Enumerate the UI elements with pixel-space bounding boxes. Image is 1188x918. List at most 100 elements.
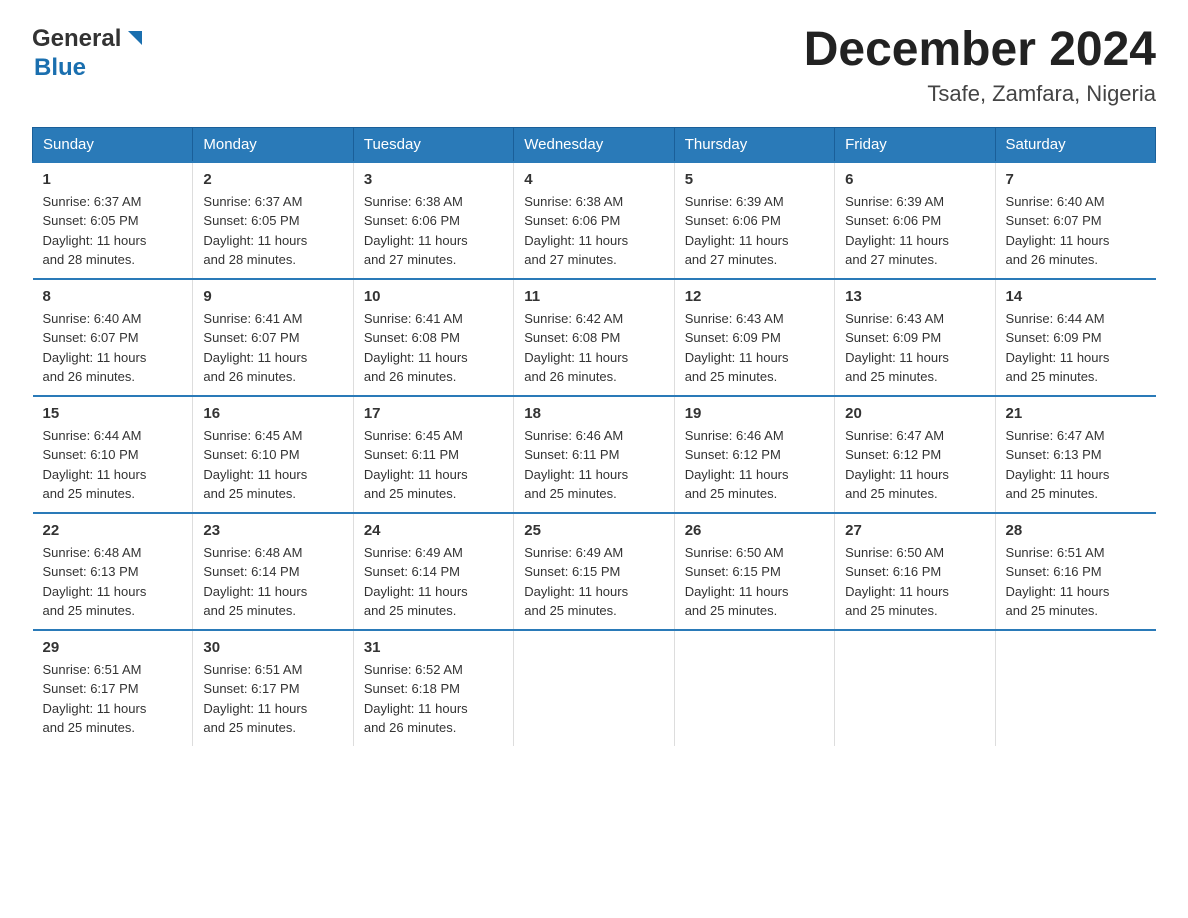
day-info: Sunrise: 6:37 AMSunset: 6:05 PMDaylight:… [203,194,307,268]
day-number: 28 [1006,522,1146,539]
day-info: Sunrise: 6:50 AMSunset: 6:15 PMDaylight:… [685,545,789,619]
day-info: Sunrise: 6:45 AMSunset: 6:10 PMDaylight:… [203,428,307,502]
day-info: Sunrise: 6:45 AMSunset: 6:11 PMDaylight:… [364,428,468,502]
day-number: 22 [43,522,183,539]
calendar-cell [514,630,674,746]
calendar-cell: 16 Sunrise: 6:45 AMSunset: 6:10 PMDaylig… [193,396,353,513]
day-info: Sunrise: 6:46 AMSunset: 6:12 PMDaylight:… [685,428,789,502]
calendar-week-row: 1 Sunrise: 6:37 AMSunset: 6:05 PMDayligh… [33,162,1156,279]
day-info: Sunrise: 6:42 AMSunset: 6:08 PMDaylight:… [524,311,628,385]
day-number: 5 [685,171,824,188]
col-wednesday: Wednesday [514,127,674,162]
day-info: Sunrise: 6:46 AMSunset: 6:11 PMDaylight:… [524,428,628,502]
day-info: Sunrise: 6:41 AMSunset: 6:07 PMDaylight:… [203,311,307,385]
day-info: Sunrise: 6:38 AMSunset: 6:06 PMDaylight:… [524,194,628,268]
day-number: 24 [364,522,503,539]
calendar-week-row: 29 Sunrise: 6:51 AMSunset: 6:17 PMDaylig… [33,630,1156,746]
day-info: Sunrise: 6:40 AMSunset: 6:07 PMDaylight:… [43,311,147,385]
calendar-table: Sunday Monday Tuesday Wednesday Thursday… [32,127,1156,746]
day-info: Sunrise: 6:40 AMSunset: 6:07 PMDaylight:… [1006,194,1110,268]
title-section: December 2024 Tsafe, Zamfara, Nigeria [804,24,1156,107]
day-info: Sunrise: 6:37 AMSunset: 6:05 PMDaylight:… [43,194,147,268]
calendar-cell: 2 Sunrise: 6:37 AMSunset: 6:05 PMDayligh… [193,162,353,279]
calendar-cell: 4 Sunrise: 6:38 AMSunset: 6:06 PMDayligh… [514,162,674,279]
logo-blue-text: Blue [34,54,86,82]
day-number: 30 [203,639,342,656]
calendar-cell: 28 Sunrise: 6:51 AMSunset: 6:16 PMDaylig… [995,513,1155,630]
col-saturday: Saturday [995,127,1155,162]
day-info: Sunrise: 6:38 AMSunset: 6:06 PMDaylight:… [364,194,468,268]
calendar-cell: 22 Sunrise: 6:48 AMSunset: 6:13 PMDaylig… [33,513,193,630]
day-number: 18 [524,405,663,422]
calendar-cell: 7 Sunrise: 6:40 AMSunset: 6:07 PMDayligh… [995,162,1155,279]
calendar-cell: 30 Sunrise: 6:51 AMSunset: 6:17 PMDaylig… [193,630,353,746]
calendar-cell [674,630,834,746]
calendar-cell: 9 Sunrise: 6:41 AMSunset: 6:07 PMDayligh… [193,279,353,396]
day-info: Sunrise: 6:41 AMSunset: 6:08 PMDaylight:… [364,311,468,385]
page-header: General Blue December 2024 Tsafe, Zamfar… [32,24,1156,107]
calendar-cell: 26 Sunrise: 6:50 AMSunset: 6:15 PMDaylig… [674,513,834,630]
day-info: Sunrise: 6:44 AMSunset: 6:10 PMDaylight:… [43,428,147,502]
calendar-cell: 29 Sunrise: 6:51 AMSunset: 6:17 PMDaylig… [33,630,193,746]
day-number: 8 [43,288,183,305]
calendar-cell: 31 Sunrise: 6:52 AMSunset: 6:18 PMDaylig… [353,630,513,746]
day-number: 19 [685,405,824,422]
calendar-cell [995,630,1155,746]
calendar-cell: 21 Sunrise: 6:47 AMSunset: 6:13 PMDaylig… [995,396,1155,513]
day-info: Sunrise: 6:52 AMSunset: 6:18 PMDaylight:… [364,662,468,736]
calendar-cell: 11 Sunrise: 6:42 AMSunset: 6:08 PMDaylig… [514,279,674,396]
calendar-cell: 18 Sunrise: 6:46 AMSunset: 6:11 PMDaylig… [514,396,674,513]
day-number: 13 [845,288,984,305]
calendar-cell: 5 Sunrise: 6:39 AMSunset: 6:06 PMDayligh… [674,162,834,279]
col-sunday: Sunday [33,127,193,162]
day-info: Sunrise: 6:48 AMSunset: 6:13 PMDaylight:… [43,545,147,619]
calendar-cell: 15 Sunrise: 6:44 AMSunset: 6:10 PMDaylig… [33,396,193,513]
day-number: 15 [43,405,183,422]
day-info: Sunrise: 6:51 AMSunset: 6:17 PMDaylight:… [43,662,147,736]
day-number: 27 [845,522,984,539]
calendar-cell: 17 Sunrise: 6:45 AMSunset: 6:11 PMDaylig… [353,396,513,513]
logo-general-text: General [32,25,121,53]
col-friday: Friday [835,127,995,162]
day-number: 11 [524,288,663,305]
day-info: Sunrise: 6:43 AMSunset: 6:09 PMDaylight:… [685,311,789,385]
calendar-cell: 3 Sunrise: 6:38 AMSunset: 6:06 PMDayligh… [353,162,513,279]
logo-arrow-icon [124,27,146,54]
day-number: 1 [43,171,183,188]
day-number: 20 [845,405,984,422]
day-number: 16 [203,405,342,422]
day-number: 2 [203,171,342,188]
calendar-week-row: 22 Sunrise: 6:48 AMSunset: 6:13 PMDaylig… [33,513,1156,630]
day-number: 6 [845,171,984,188]
day-number: 14 [1006,288,1146,305]
day-info: Sunrise: 6:39 AMSunset: 6:06 PMDaylight:… [685,194,789,268]
day-number: 21 [1006,405,1146,422]
calendar-cell: 8 Sunrise: 6:40 AMSunset: 6:07 PMDayligh… [33,279,193,396]
calendar-cell [835,630,995,746]
day-number: 9 [203,288,342,305]
logo: General Blue [32,24,146,82]
location-title: Tsafe, Zamfara, Nigeria [804,81,1156,107]
day-info: Sunrise: 6:49 AMSunset: 6:14 PMDaylight:… [364,545,468,619]
day-number: 31 [364,639,503,656]
calendar-cell: 6 Sunrise: 6:39 AMSunset: 6:06 PMDayligh… [835,162,995,279]
day-info: Sunrise: 6:44 AMSunset: 6:09 PMDaylight:… [1006,311,1110,385]
day-info: Sunrise: 6:51 AMSunset: 6:17 PMDaylight:… [203,662,307,736]
day-number: 12 [685,288,824,305]
calendar-cell: 12 Sunrise: 6:43 AMSunset: 6:09 PMDaylig… [674,279,834,396]
calendar-cell: 14 Sunrise: 6:44 AMSunset: 6:09 PMDaylig… [995,279,1155,396]
day-info: Sunrise: 6:47 AMSunset: 6:12 PMDaylight:… [845,428,949,502]
day-number: 25 [524,522,663,539]
calendar-header-row: Sunday Monday Tuesday Wednesday Thursday… [33,127,1156,162]
calendar-cell: 1 Sunrise: 6:37 AMSunset: 6:05 PMDayligh… [33,162,193,279]
day-number: 7 [1006,171,1146,188]
col-tuesday: Tuesday [353,127,513,162]
calendar-cell: 25 Sunrise: 6:49 AMSunset: 6:15 PMDaylig… [514,513,674,630]
calendar-cell: 27 Sunrise: 6:50 AMSunset: 6:16 PMDaylig… [835,513,995,630]
col-thursday: Thursday [674,127,834,162]
calendar-cell: 23 Sunrise: 6:48 AMSunset: 6:14 PMDaylig… [193,513,353,630]
calendar-cell: 10 Sunrise: 6:41 AMSunset: 6:08 PMDaylig… [353,279,513,396]
day-number: 23 [203,522,342,539]
day-info: Sunrise: 6:51 AMSunset: 6:16 PMDaylight:… [1006,545,1110,619]
calendar-cell: 19 Sunrise: 6:46 AMSunset: 6:12 PMDaylig… [674,396,834,513]
